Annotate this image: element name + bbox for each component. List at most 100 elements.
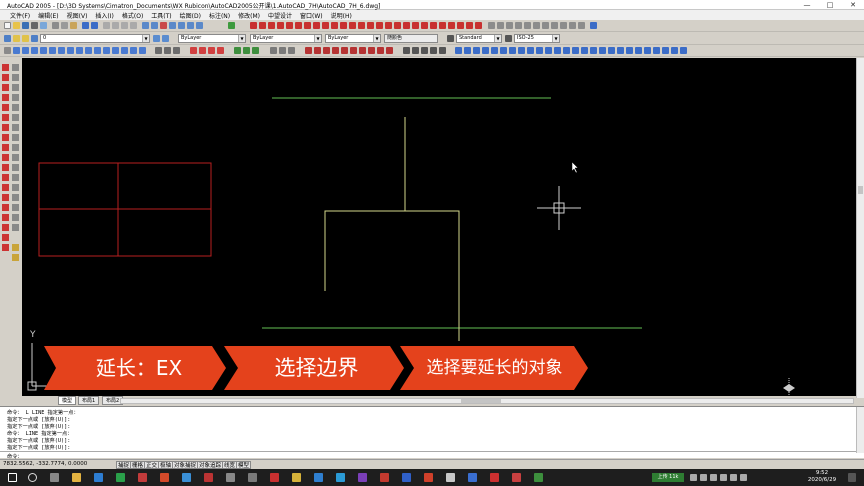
snap-perpendicular-icon[interactable] bbox=[85, 47, 92, 54]
hatch-icon[interactable] bbox=[2, 204, 9, 211]
snap-apparent-icon[interactable] bbox=[40, 47, 47, 54]
rotate-tool-icon[interactable] bbox=[448, 22, 455, 29]
pline-tool-icon[interactable] bbox=[268, 22, 275, 29]
undo-icon[interactable] bbox=[82, 22, 89, 29]
break-at-point-icon[interactable] bbox=[12, 174, 19, 181]
save-icon[interactable] bbox=[22, 22, 29, 29]
array-icon[interactable] bbox=[12, 104, 19, 111]
sum-icon[interactable] bbox=[590, 22, 597, 29]
mtext-tool-icon[interactable] bbox=[385, 22, 392, 29]
block-attribute-icon[interactable] bbox=[509, 47, 516, 54]
extend-icon[interactable] bbox=[12, 164, 19, 171]
break-tool-icon[interactable] bbox=[488, 22, 495, 29]
text-edit-icon[interactable] bbox=[12, 254, 19, 261]
options-icon[interactable] bbox=[680, 47, 687, 54]
app-icon[interactable] bbox=[424, 473, 433, 482]
design-center-icon[interactable] bbox=[151, 22, 158, 29]
osnap-toggle[interactable]: 对象捕捉 bbox=[172, 461, 199, 469]
pan-icon[interactable] bbox=[103, 22, 110, 29]
refedit-icon[interactable] bbox=[527, 47, 534, 54]
windows-start-icon[interactable] bbox=[8, 473, 17, 482]
app-icon[interactable] bbox=[534, 473, 543, 482]
app-icon[interactable] bbox=[182, 473, 191, 482]
copy-icon[interactable] bbox=[61, 22, 68, 29]
polygon-icon[interactable] bbox=[2, 94, 9, 101]
view-top-icon[interactable] bbox=[234, 47, 241, 54]
stretch-icon[interactable] bbox=[12, 144, 19, 151]
properties-icon[interactable] bbox=[142, 22, 149, 29]
layer-manager-icon[interactable] bbox=[4, 35, 11, 42]
dim-update-icon[interactable] bbox=[377, 47, 384, 54]
menu-insert[interactable]: 插入(I) bbox=[95, 11, 113, 20]
app-icon[interactable] bbox=[490, 473, 499, 482]
tab-model[interactable]: 模型 bbox=[58, 396, 77, 405]
open-file-icon[interactable] bbox=[13, 22, 20, 29]
app-icon[interactable] bbox=[248, 473, 257, 482]
ucs-origin-icon[interactable] bbox=[217, 47, 224, 54]
dim-linear-icon[interactable] bbox=[533, 22, 540, 29]
lineweight-dropdown[interactable]: ByLayer ▼ bbox=[325, 34, 381, 43]
rotate-icon[interactable] bbox=[12, 124, 19, 131]
menu-window[interactable]: 窗口(W) bbox=[300, 11, 323, 20]
dim-center-icon[interactable] bbox=[350, 47, 357, 54]
mirror-icon[interactable] bbox=[12, 84, 19, 91]
menu-dimension[interactable]: 标注(N) bbox=[209, 11, 230, 20]
dim-edit-icon[interactable] bbox=[359, 47, 366, 54]
arc-icon[interactable] bbox=[2, 114, 9, 121]
model-toggle[interactable]: 模型 bbox=[236, 461, 252, 469]
menu-view[interactable]: 视图(V) bbox=[67, 11, 88, 20]
app-icon[interactable] bbox=[116, 473, 125, 482]
redo-icon[interactable] bbox=[91, 22, 98, 29]
wifi-icon[interactable] bbox=[720, 474, 727, 481]
draworder-icon[interactable] bbox=[464, 47, 471, 54]
zoom-realtime-icon[interactable] bbox=[112, 22, 119, 29]
otrack-toggle[interactable]: 对象追踪 bbox=[197, 461, 224, 469]
view-front-icon[interactable] bbox=[243, 47, 250, 54]
chamfer-tool-icon[interactable] bbox=[506, 22, 513, 29]
snap-midpoint-icon[interactable] bbox=[22, 47, 29, 54]
snap-endpoint-icon[interactable] bbox=[13, 47, 20, 54]
color-dropdown[interactable]: ByLayer ▼ bbox=[178, 34, 246, 43]
grid-toggle[interactable]: 栅格 bbox=[130, 461, 146, 469]
app-icon[interactable] bbox=[138, 473, 147, 482]
dim-angular-icon[interactable] bbox=[560, 22, 567, 29]
menu-file[interactable]: 文件(F) bbox=[10, 11, 30, 20]
textstyle-dropdown[interactable]: Standard ▼ bbox=[456, 34, 502, 43]
rectangle-icon[interactable] bbox=[2, 104, 9, 111]
make-layer-current-icon[interactable] bbox=[153, 35, 160, 42]
file-explorer-icon[interactable] bbox=[72, 473, 81, 482]
snap-quadrant-icon[interactable] bbox=[67, 47, 74, 54]
onenote-icon[interactable] bbox=[358, 473, 367, 482]
taskbar-clock[interactable]: 9:52 2020/6/29 bbox=[802, 470, 842, 484]
new-file-icon[interactable] bbox=[4, 22, 11, 29]
clip-icon[interactable] bbox=[554, 47, 561, 54]
xline-tool-icon[interactable] bbox=[259, 22, 266, 29]
inquiry-distance-icon[interactable] bbox=[155, 47, 162, 54]
audit-icon[interactable] bbox=[662, 47, 669, 54]
offset-tool-icon[interactable] bbox=[421, 22, 428, 29]
text-style-icon[interactable] bbox=[447, 35, 454, 42]
ime-icon[interactable] bbox=[740, 474, 747, 481]
app-icon[interactable] bbox=[512, 473, 521, 482]
dim-radius-icon[interactable] bbox=[551, 22, 558, 29]
snap-intersection-icon[interactable] bbox=[31, 47, 38, 54]
ellipse-arc-icon[interactable] bbox=[2, 164, 9, 171]
fillet-tool-icon[interactable] bbox=[515, 22, 522, 29]
help-icon[interactable] bbox=[196, 22, 203, 29]
app-icon[interactable] bbox=[292, 473, 301, 482]
dim-style-icon[interactable] bbox=[505, 35, 512, 42]
hyperlink-icon[interactable] bbox=[572, 47, 579, 54]
app-icon[interactable] bbox=[380, 473, 389, 482]
polyline-icon[interactable] bbox=[2, 84, 9, 91]
pagesetup-icon[interactable] bbox=[608, 47, 615, 54]
snap-toggle[interactable]: 捕捉 bbox=[116, 461, 132, 469]
xref-icon[interactable] bbox=[536, 47, 543, 54]
scroll-thumb[interactable] bbox=[858, 186, 863, 194]
menu-modify[interactable]: 修改(M) bbox=[238, 11, 260, 20]
polygon-tool-icon[interactable] bbox=[277, 22, 284, 29]
join-tool-icon[interactable] bbox=[497, 22, 504, 29]
snap-extension-icon[interactable] bbox=[49, 47, 56, 54]
copy-tool-icon[interactable] bbox=[403, 22, 410, 29]
table-tool-icon[interactable] bbox=[376, 22, 383, 29]
line-tool-icon[interactable] bbox=[250, 22, 257, 29]
